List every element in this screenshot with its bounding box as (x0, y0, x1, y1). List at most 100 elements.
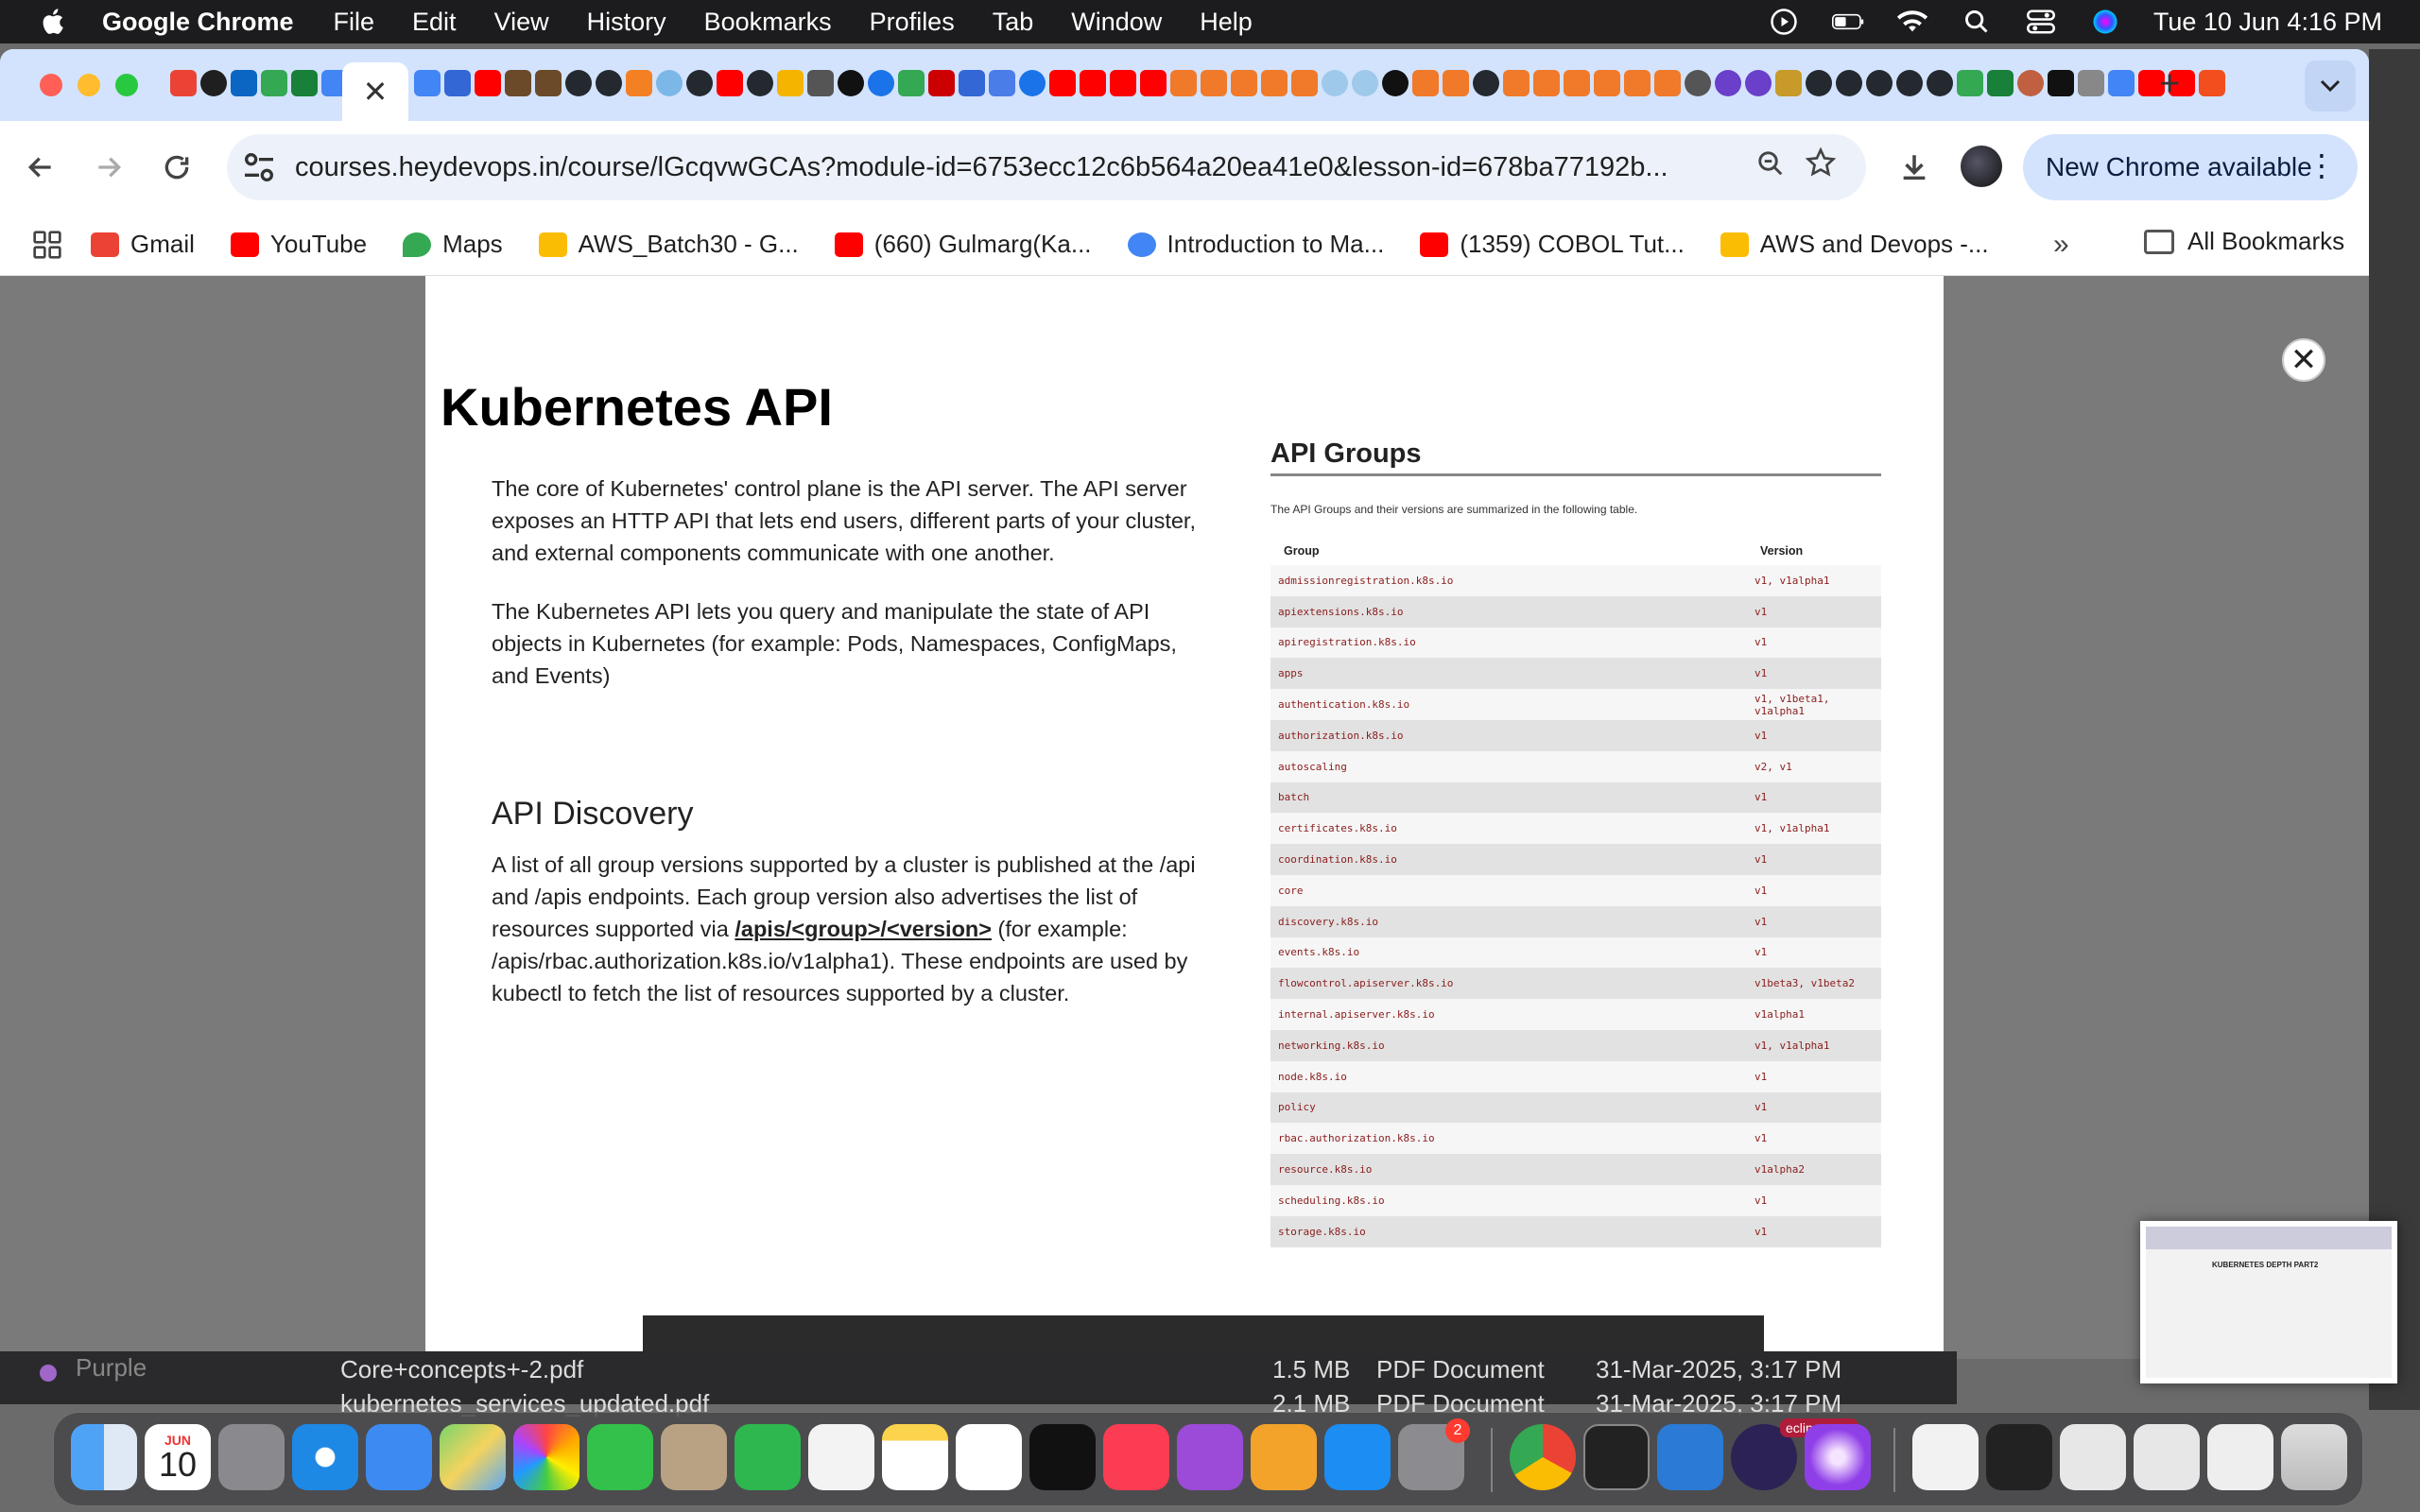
tab-favicon-icon[interactable] (535, 70, 562, 96)
mail-icon[interactable] (366, 1424, 432, 1490)
menubar-app-name[interactable]: Google Chrome (102, 8, 294, 37)
close-slide-button[interactable]: ✕ (2282, 338, 2325, 382)
bookmark-star-icon[interactable] (1805, 146, 1837, 186)
tab-favicon-icon[interactable] (1654, 70, 1681, 96)
tab-favicon-icon[interactable] (959, 70, 985, 96)
wifi-icon[interactable] (1896, 8, 1928, 36)
tab-favicon-icon[interactable] (261, 70, 287, 96)
chrome-icon[interactable] (1510, 1424, 1576, 1490)
tab-favicon-icon[interactable] (1775, 70, 1802, 96)
github-tab-icon[interactable] (565, 70, 592, 96)
tab-close-icon[interactable]: ✕ (363, 74, 389, 110)
contacts-icon[interactable] (661, 1424, 727, 1490)
menu-help[interactable]: Help (1200, 8, 1253, 37)
tab-favicon-icon[interactable] (868, 70, 894, 96)
calendar-icon[interactable]: JUN 10 (145, 1424, 211, 1490)
numbers-icon[interactable] (735, 1424, 801, 1490)
tab-favicon-icon[interactable] (2108, 70, 2135, 96)
tab-favicon-icon[interactable] (1987, 70, 2014, 96)
trash-icon[interactable] (2281, 1424, 2347, 1490)
tab-search-button[interactable] (2305, 60, 2356, 112)
github-tab-icon[interactable] (1806, 70, 1832, 96)
bookmark-aws-devops[interactable]: AWS and Devops -... (1720, 230, 1989, 259)
freeform-icon[interactable] (956, 1424, 1022, 1490)
document-icon[interactable] (1912, 1424, 1979, 1490)
tab-favicon-icon[interactable] (1322, 70, 1348, 96)
github-tab-icon[interactable] (1927, 70, 1953, 96)
play-circle-icon[interactable] (1768, 8, 1800, 36)
tab-favicon-icon[interactable] (414, 70, 441, 96)
window-zoom-button[interactable] (115, 74, 138, 96)
bookmark-gmail[interactable]: Gmail (91, 230, 195, 259)
siri-icon[interactable] (2089, 8, 2121, 36)
tab-favicon-icon[interactable] (291, 70, 318, 96)
tab-favicon-icon[interactable] (626, 70, 652, 96)
app-store-icon[interactable] (1324, 1424, 1391, 1490)
tab-favicon-icon[interactable] (1957, 70, 1983, 96)
active-tab[interactable]: ✕ (342, 62, 408, 121)
menu-history[interactable]: History (587, 8, 666, 37)
apple-icon[interactable] (38, 6, 70, 38)
github-tab-icon[interactable] (1866, 70, 1893, 96)
safari-icon[interactable] (292, 1424, 358, 1490)
tab-favicon-icon[interactable] (200, 70, 227, 96)
tab-favicon-icon[interactable] (1745, 70, 1772, 96)
downloads-button[interactable] (1893, 146, 1936, 189)
apple-tv-icon[interactable] (1029, 1424, 1096, 1490)
tab-favicon-icon[interactable] (505, 70, 531, 96)
tab-favicon-icon[interactable] (928, 70, 955, 96)
music-icon[interactable] (1103, 1424, 1169, 1490)
forward-button[interactable] (87, 146, 130, 189)
apps-grid-icon[interactable] (32, 230, 62, 260)
tab-favicon-icon[interactable] (1533, 70, 1560, 96)
podcasts-icon[interactable] (1177, 1424, 1243, 1490)
menu-file[interactable]: File (334, 8, 375, 37)
profile-avatar[interactable] (1961, 146, 2002, 187)
tab-favicon-icon[interactable] (1443, 70, 1469, 96)
picture-in-picture-thumbnail[interactable]: KUBERNETES DEPTH PART2 (2140, 1221, 2397, 1383)
github-tab-icon[interactable] (1836, 70, 1862, 96)
github-tab-icon[interactable] (1896, 70, 1923, 96)
all-bookmarks-button[interactable]: All Bookmarks (2144, 227, 2344, 256)
tab-favicon-icon[interactable] (2017, 70, 2044, 96)
youtube-tab-icon[interactable] (475, 70, 501, 96)
url-text[interactable]: courses.heydevops.in/course/lGcqvwGCAs?m… (295, 152, 1751, 183)
terminal-icon[interactable] (1583, 1424, 1650, 1490)
finder-tag-purple[interactable]: Purple (76, 1353, 147, 1383)
tab-favicon-icon[interactable] (807, 70, 834, 96)
file-name[interactable]: Core+concepts+-2.pdf (340, 1355, 583, 1384)
tab-favicon-icon[interactable] (1503, 70, 1530, 96)
menu-tab[interactable]: Tab (993, 8, 1034, 37)
daisy-disk-icon[interactable] (1805, 1424, 1871, 1490)
menu-edit[interactable]: Edit (412, 8, 457, 37)
tab-favicon-icon[interactable] (1231, 70, 1257, 96)
youtube-tab-icon[interactable] (1080, 70, 1106, 96)
tab-favicon-icon[interactable] (898, 70, 925, 96)
launchpad-icon[interactable] (218, 1424, 285, 1490)
menubar-datetime[interactable]: Tue 10 Jun 4:16 PM (2153, 8, 2382, 37)
bookmark-introduction[interactable]: Introduction to Ma... (1127, 230, 1384, 259)
tab-favicon-icon[interactable] (170, 70, 197, 96)
reminders-icon[interactable] (808, 1424, 874, 1490)
apis-group-version-link[interactable]: /apis/<group>/<version> (735, 917, 992, 941)
tab-favicon-icon[interactable] (1352, 70, 1378, 96)
control-center-icon[interactable] (2025, 8, 2057, 36)
youtube-tab-icon[interactable] (1140, 70, 1167, 96)
tab-favicon-icon[interactable] (838, 70, 864, 96)
bookmark-gulmarg[interactable]: (660) Gulmarg(Ka... (834, 230, 1092, 259)
spotlight-search-icon[interactable] (1961, 8, 1993, 36)
tab-favicon-icon[interactable] (777, 70, 804, 96)
notes-icon[interactable] (882, 1424, 948, 1490)
update-chrome-button[interactable]: New Chrome available ⋮ (2023, 134, 2358, 200)
menu-window[interactable]: Window (1071, 8, 1162, 37)
tab-favicon-icon[interactable] (1564, 70, 1590, 96)
tab-favicon-icon[interactable] (231, 70, 257, 96)
tab-favicon-icon[interactable] (1261, 70, 1288, 96)
tab-favicon-icon[interactable] (1382, 70, 1409, 96)
photos-icon[interactable] (513, 1424, 579, 1490)
minimized-window-icon[interactable] (2207, 1424, 2273, 1490)
tab-favicon-icon[interactable] (2078, 70, 2104, 96)
github-tab-icon[interactable] (596, 70, 622, 96)
battery-icon[interactable] (1831, 8, 1864, 36)
youtube-tab-icon[interactable] (1110, 70, 1136, 96)
